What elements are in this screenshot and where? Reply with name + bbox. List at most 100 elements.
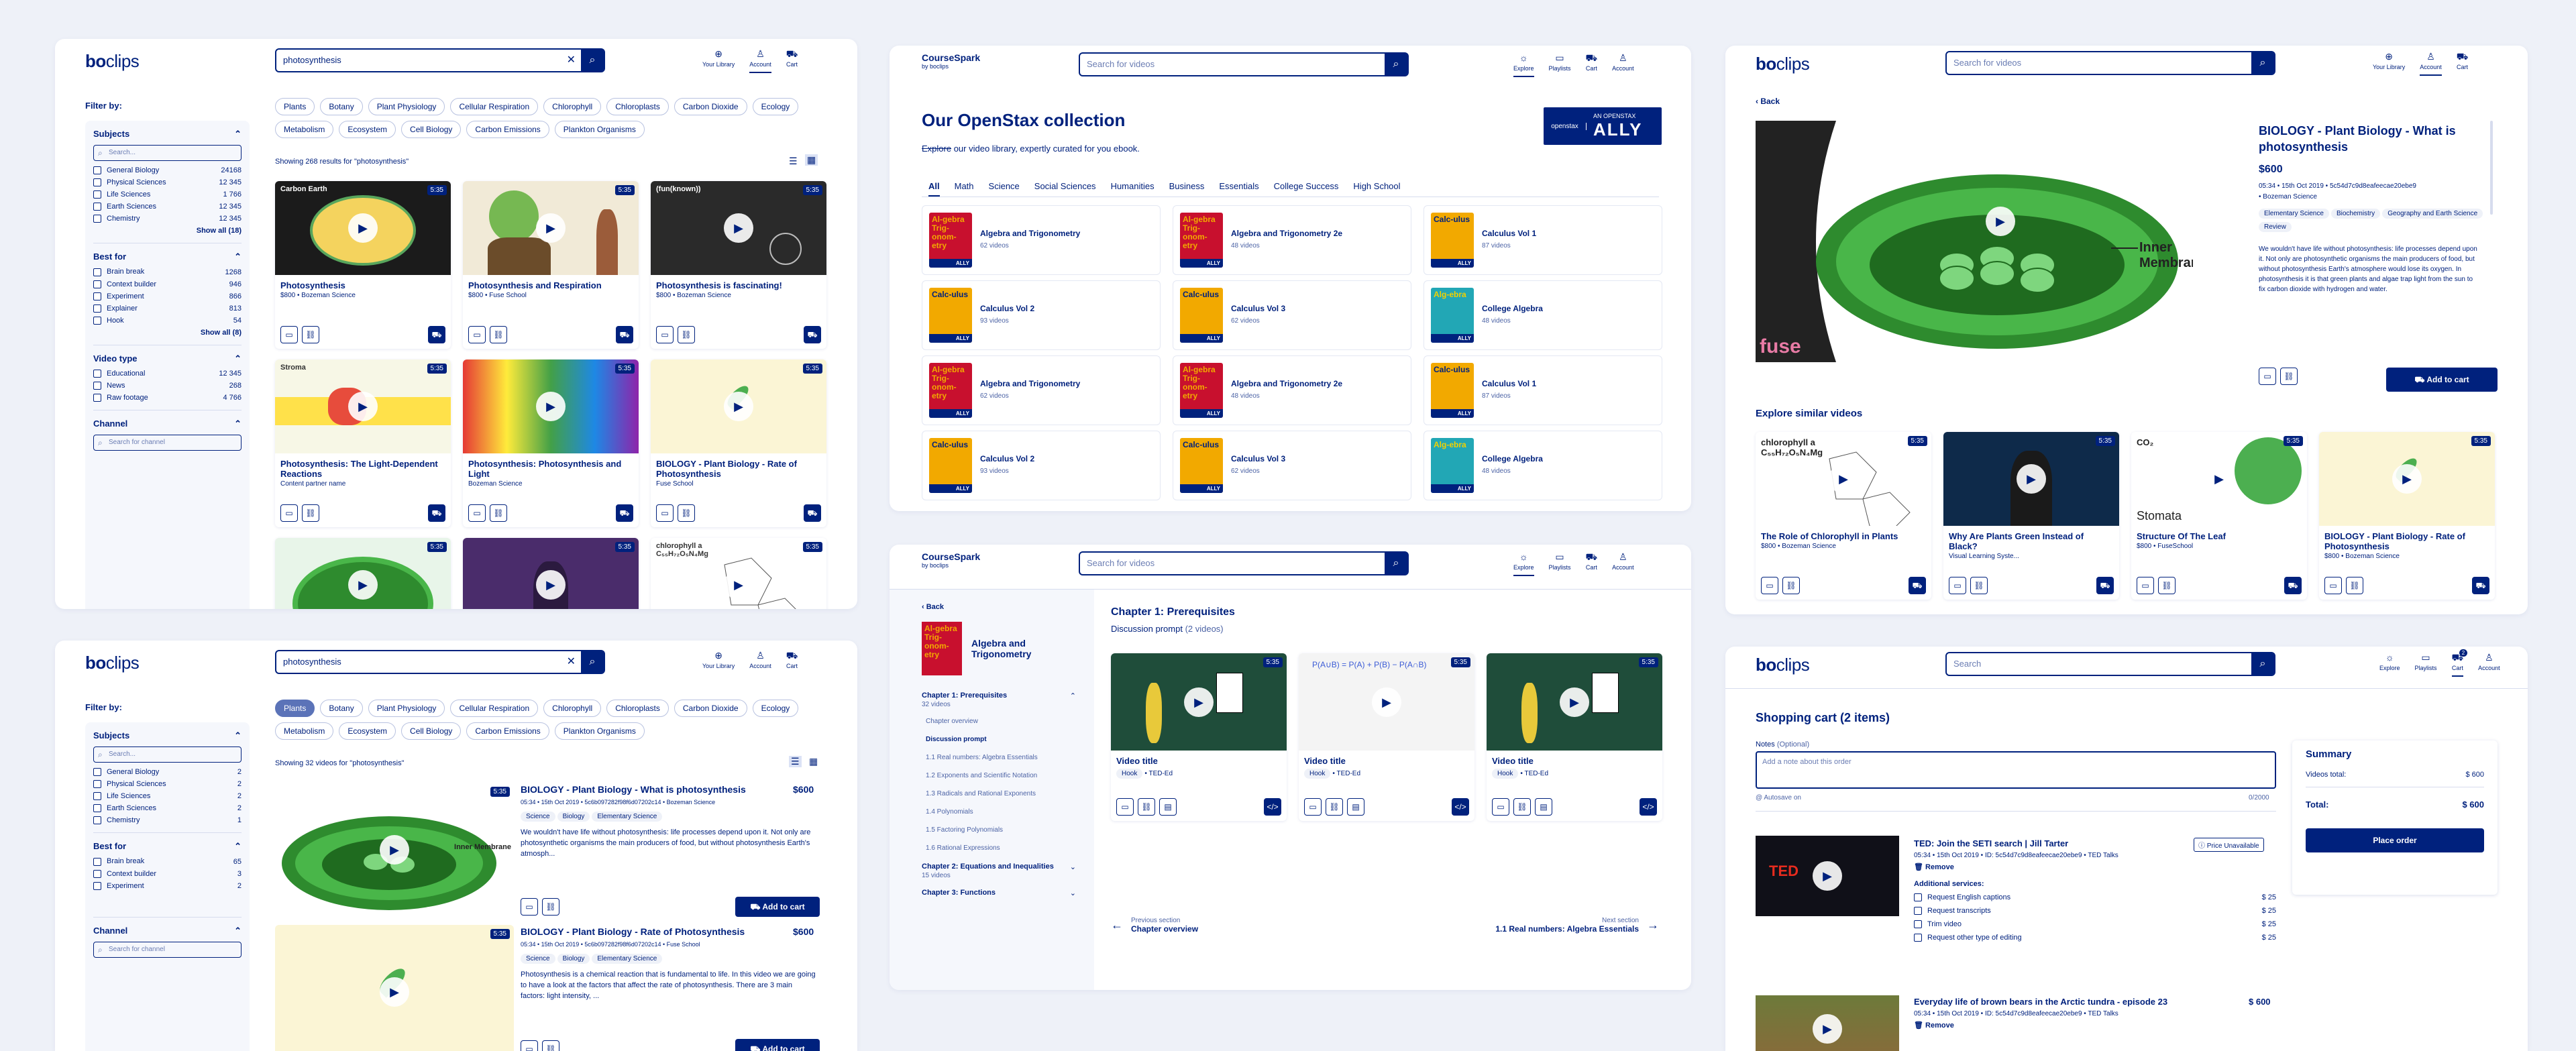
- nav-account[interactable]: ♙ Account: [749, 650, 771, 673]
- video-title[interactable]: Video title: [1111, 751, 1287, 767]
- topic-chip[interactable]: Ecology: [752, 700, 799, 717]
- filter-option[interactable]: Life Sciences 1 766: [93, 190, 241, 199]
- add-to-playlist-icon[interactable]: ▭: [280, 504, 298, 522]
- search-icon[interactable]: ⌕: [1385, 54, 1407, 75]
- add-to-cart-icon[interactable]: ⛟: [804, 326, 821, 343]
- topic-chip[interactable]: Plants: [275, 98, 315, 115]
- best-for-filter-title[interactable]: Best for ⌃: [93, 252, 241, 262]
- checkbox[interactable]: [93, 370, 101, 378]
- coursespark-logo[interactable]: CourseSpark by boclips: [922, 52, 980, 70]
- copy-link-icon[interactable]: ⛓: [490, 326, 507, 343]
- video-card[interactable]: ▶ 5:35 Why Are Plants Green Instead of Bla…: [1943, 432, 2119, 600]
- checkbox[interactable]: [93, 316, 101, 325]
- search-input[interactable]: photosynthesis ✕ ⌕: [275, 48, 605, 72]
- add-to-playlist-icon[interactable]: ▭: [1761, 577, 1778, 594]
- filter-option[interactable]: Chemistry 12 345: [93, 215, 241, 223]
- checkbox[interactable]: [93, 394, 101, 402]
- book-card[interactable]: Al-gebra Trig-onom-etry ALLY Algebra and T…: [922, 355, 1161, 425]
- add-to-playlist-icon[interactable]: ▭: [656, 326, 674, 343]
- play-icon[interactable]: ▶: [1184, 687, 1214, 717]
- next-section-link[interactable]: Next section 1.1 Real numbers: Algebra Es…: [1495, 917, 1659, 934]
- checkbox[interactable]: [93, 869, 101, 878]
- search-icon[interactable]: ⌕: [1385, 553, 1407, 574]
- nav-cart[interactable]: ⛟ Cart: [786, 650, 798, 673]
- filter-option[interactable]: Experiment 2: [93, 882, 241, 890]
- clear-icon[interactable]: ✕: [567, 50, 576, 71]
- play-icon[interactable]: ▶: [2017, 464, 2046, 494]
- channel-search-input[interactable]: Search for channel: [93, 435, 241, 451]
- subject-tab[interactable]: Social Sciences: [1034, 181, 1096, 197]
- video-title[interactable]: The Role of Chlorophyll in Plants: [1756, 526, 1931, 543]
- subject-tab[interactable]: College Success: [1274, 181, 1339, 197]
- video-thumbnail[interactable]: Inner Membrane ▶ 5:35: [275, 783, 514, 917]
- search-input[interactable]: Search for videos ⌕: [1079, 52, 1409, 76]
- nav-your-library[interactable]: ⊕ Your Library: [2373, 51, 2405, 76]
- channel-filter-title[interactable]: Channel ⌃: [93, 926, 241, 936]
- topic-chip[interactable]: Plants: [275, 700, 315, 717]
- video-thumbnail[interactable]: ▶ 5:35: [463, 359, 639, 453]
- checkbox[interactable]: [93, 268, 101, 276]
- book-card[interactable]: Calc-ulus ALLY Calculus Vol 2 93 videos: [922, 431, 1161, 500]
- filter-option[interactable]: General Biology 24168: [93, 166, 241, 175]
- topic-chip[interactable]: Metabolism: [275, 722, 334, 740]
- boclips-logo[interactable]: boclips: [1756, 655, 1810, 675]
- copy-link-icon[interactable]: ⛓: [542, 1040, 559, 1051]
- list-view-icon[interactable]: ☰: [789, 156, 798, 167]
- checkbox[interactable]: [93, 881, 101, 890]
- checkbox[interactable]: [93, 792, 101, 801]
- topic-chip[interactable]: Plankton Organisms: [554, 121, 645, 138]
- checkbox[interactable]: [1914, 893, 1922, 902]
- add-to-cart-button[interactable]: ⛟ Add to cart: [735, 897, 820, 917]
- checkbox[interactable]: [93, 215, 101, 223]
- book-card[interactable]: Calc-ulus ALLY Calculus Vol 3 62 videos: [1173, 431, 1411, 500]
- back-link[interactable]: ‹ Back: [1756, 97, 1780, 106]
- topic-chip[interactable]: Ecosystem: [339, 121, 396, 138]
- subject-tag[interactable]: Elementary Science: [592, 812, 663, 822]
- checkbox[interactable]: [93, 280, 101, 288]
- checkbox[interactable]: [93, 804, 101, 813]
- embed-code-icon[interactable]: </>: [1640, 798, 1657, 816]
- video-title[interactable]: Photosynthesis: Photosynthesis and Light: [463, 453, 639, 480]
- checkbox[interactable]: [93, 304, 101, 313]
- add-to-playlist-icon[interactable]: ▭: [521, 898, 538, 916]
- subject-tag[interactable]: Elementary Science: [592, 954, 663, 964]
- previous-section-link[interactable]: ← Previous section Chapter overview: [1111, 917, 1198, 934]
- place-order-button[interactable]: Place order: [2306, 828, 2484, 852]
- play-icon[interactable]: ▶: [724, 392, 753, 421]
- play-icon[interactable]: ▶: [2392, 464, 2422, 494]
- play-icon[interactable]: ▶: [348, 392, 378, 421]
- section-item[interactable]: 1.5 Factoring Polynomials: [926, 826, 1094, 834]
- add-to-cart-icon[interactable]: ⛟: [1909, 577, 1926, 594]
- add-to-cart-icon[interactable]: ⛟: [616, 504, 633, 522]
- clear-icon[interactable]: ✕: [567, 651, 576, 673]
- chapter-item[interactable]: Chapter 2: Equations and Inequalities 15 …: [922, 863, 1076, 879]
- video-card[interactable]: ▶ 5:35 Video title Hook • TED-Ed ▭ ⛓ ▤ </>: [1111, 653, 1287, 821]
- checkbox[interactable]: [1914, 907, 1922, 916]
- copy-link-icon[interactable]: ⛓: [2280, 368, 2298, 385]
- add-to-cart-button[interactable]: ⛟ Add to cart: [2386, 368, 2498, 392]
- topic-chip[interactable]: Ecosystem: [339, 722, 396, 740]
- filter-option[interactable]: Experiment 866: [93, 292, 241, 300]
- section-item[interactable]: 1.2 Exponents and Scientific Notation: [926, 772, 1094, 779]
- subject-tab[interactable]: Essentials: [1219, 181, 1258, 197]
- video-title[interactable]: BIOLOGY - Plant Biology - What is photos…: [521, 784, 775, 795]
- notes-input[interactable]: Add a note about this order: [1756, 751, 2276, 789]
- copy-link-icon[interactable]: ⛓: [1782, 577, 1800, 594]
- copy-link-icon[interactable]: ⛓: [2158, 577, 2176, 594]
- topic-chip[interactable]: Plant Physiology: [368, 98, 445, 115]
- copy-link-icon[interactable]: ⛓: [302, 326, 319, 343]
- video-title[interactable]: Video title: [1299, 751, 1474, 767]
- filter-option[interactable]: Brain break 65: [93, 857, 241, 866]
- copy-link-icon[interactable]: ⛓: [678, 504, 695, 522]
- video-thumbnail[interactable]: (fun(known)) ▶ 5:35: [651, 181, 826, 275]
- list-view-icon[interactable]: ☰: [789, 756, 802, 767]
- play-icon[interactable]: ▶: [536, 392, 566, 421]
- video-thumbnail[interactable]: ▶ 5:35: [275, 925, 514, 1051]
- add-to-cart-icon[interactable]: ⛟: [428, 504, 445, 522]
- add-to-cart-icon[interactable]: ⛟: [428, 326, 445, 343]
- best-for-filter-title[interactable]: Best for ⌃: [93, 841, 241, 852]
- video-title[interactable]: Why Are Plants Green Instead of Black?: [1943, 526, 2119, 553]
- nav-explore[interactable]: ☼ Explore: [2379, 652, 2400, 677]
- video-title[interactable]: Photosynthesis and Respiration: [463, 275, 639, 292]
- video-title[interactable]: Photosynthesis is fascinating!: [651, 275, 826, 292]
